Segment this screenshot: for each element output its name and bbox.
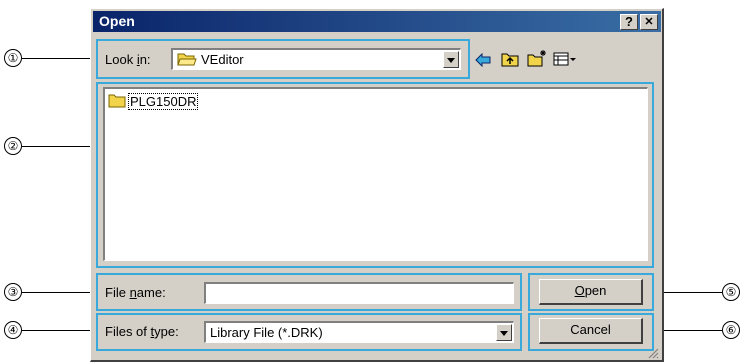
view-menu-icon[interactable] bbox=[553, 52, 577, 66]
dialog-title: Open bbox=[99, 13, 135, 29]
callout-leader-4 bbox=[22, 330, 98, 331]
look-in-value: VEditor bbox=[201, 52, 244, 67]
close-button[interactable]: ✕ bbox=[640, 14, 658, 30]
callout-number-5: ⑤ bbox=[722, 283, 740, 301]
up-folder-icon[interactable] bbox=[501, 51, 519, 67]
look-in-dropdown-arrow[interactable] bbox=[443, 51, 459, 68]
files-of-type-dropdown-arrow[interactable] bbox=[496, 324, 512, 341]
files-of-type-value: Library File (*.DRK) bbox=[210, 325, 323, 340]
callout-number-1: ① bbox=[4, 49, 22, 67]
title-bar[interactable]: Open ? ✕ bbox=[93, 11, 661, 32]
callout-number-3: ③ bbox=[4, 283, 22, 301]
callout-leader-1 bbox=[22, 58, 98, 59]
callout-leader-3 bbox=[22, 292, 98, 293]
callout-leader-2 bbox=[22, 146, 98, 147]
file-name-label: File name: bbox=[105, 285, 166, 300]
folder-icon bbox=[108, 94, 126, 108]
callout-number-4: ④ bbox=[4, 321, 22, 339]
back-arrow-icon[interactable] bbox=[475, 53, 491, 67]
cancel-button[interactable]: Cancel bbox=[539, 318, 643, 344]
open-button[interactable]: Open bbox=[539, 279, 643, 305]
new-folder-icon[interactable] bbox=[527, 49, 547, 67]
look-in-dropdown[interactable]: VEditor bbox=[171, 48, 461, 70]
files-of-type-dropdown[interactable]: Library File (*.DRK) bbox=[204, 321, 514, 343]
file-name-input[interactable] bbox=[204, 282, 514, 304]
files-of-type-label: Files of type: bbox=[105, 324, 179, 339]
list-item-label: PLG150DR bbox=[128, 93, 199, 110]
callout-number-2: ② bbox=[4, 137, 22, 155]
file-list[interactable]: PLG150DR bbox=[103, 87, 648, 261]
callout-number-6: ⑥ bbox=[722, 321, 740, 339]
resize-grip-icon[interactable] bbox=[647, 347, 659, 359]
open-dialog: Open ? ✕ Look in: VEditor PLG150DR File … bbox=[90, 8, 664, 362]
look-in-label: Look in: bbox=[105, 52, 151, 67]
help-button[interactable]: ? bbox=[620, 14, 638, 30]
open-folder-icon bbox=[177, 53, 197, 66]
